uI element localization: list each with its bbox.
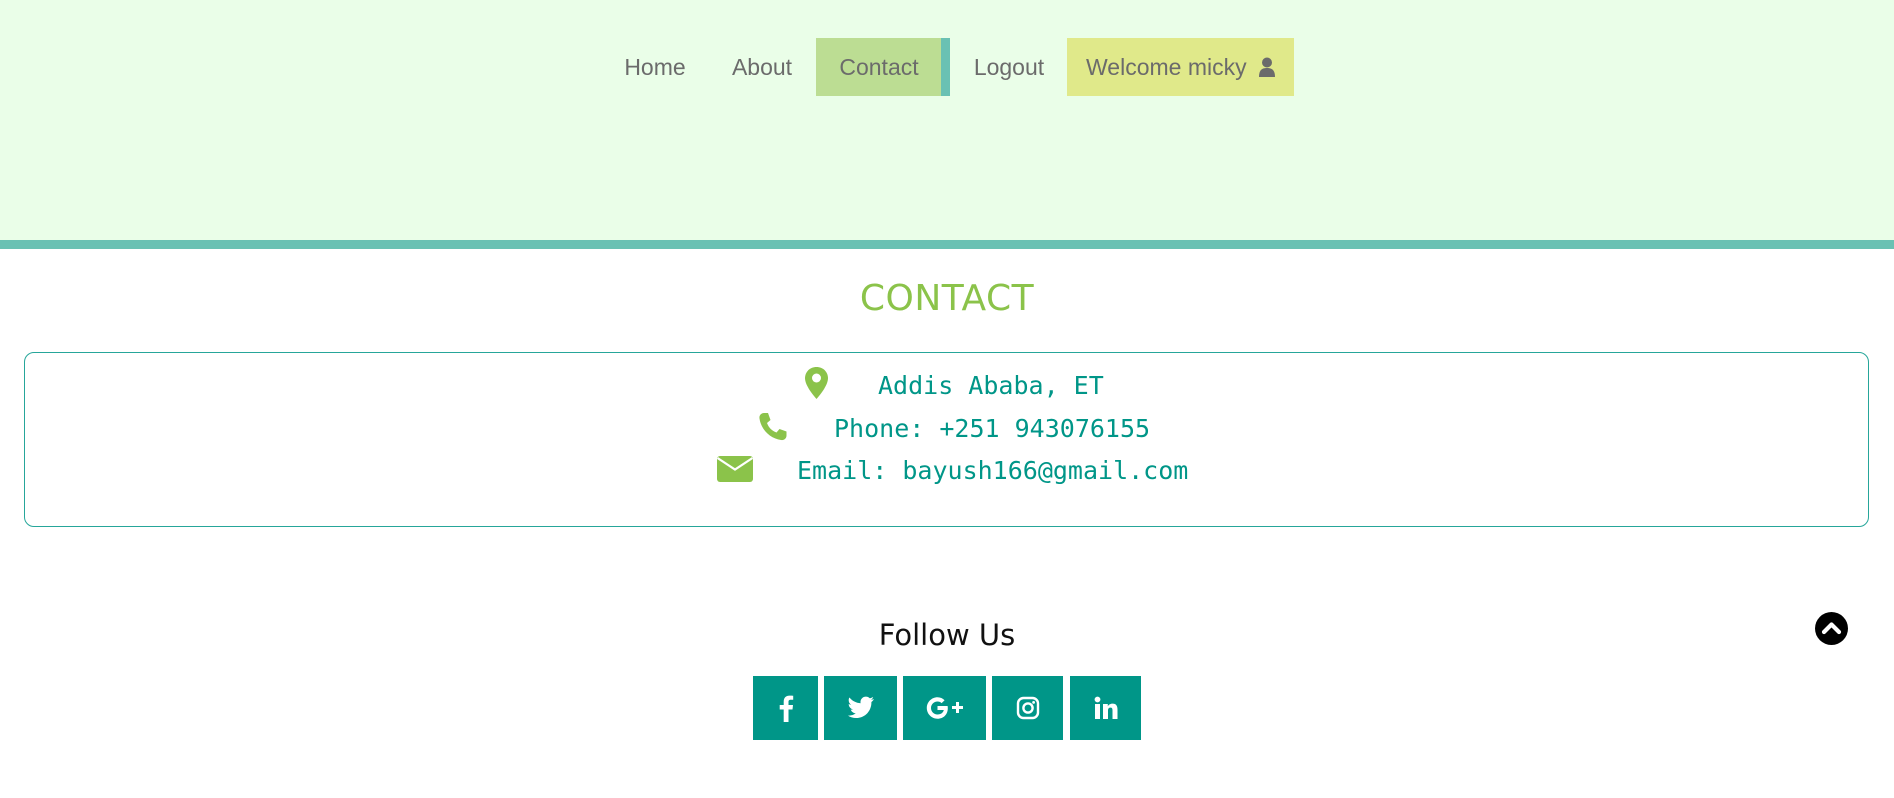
welcome-label: Welcome micky [1086, 54, 1247, 80]
twitter-icon [847, 696, 874, 718]
linkedin-icon [1094, 696, 1117, 719]
envelope-icon [716, 454, 754, 496]
google-plus-button[interactable] [903, 676, 986, 740]
active-indicator [941, 38, 950, 96]
linkedin-button[interactable] [1070, 676, 1141, 740]
phone-text: Phone: +251 943076155 [834, 414, 1151, 443]
header: Home About Contact Logout Welcome micky [0, 0, 1894, 240]
instagram-button[interactable] [992, 676, 1063, 740]
nav-logout[interactable]: Logout [960, 38, 1058, 96]
follow-us-title: Follow Us [878, 618, 1016, 652]
email-line: Email: bayush166@gmail.com [0, 451, 1894, 491]
address-text: Addis Ababa, ET [878, 371, 1104, 400]
header-divider [0, 240, 1894, 249]
facebook-button[interactable] [753, 676, 818, 740]
google-plus-icon [926, 697, 963, 719]
nav-about[interactable]: About [708, 38, 816, 96]
phone-icon [757, 411, 788, 454]
twitter-button[interactable] [824, 676, 897, 740]
phone-line: Phone: +251 943076155 [0, 409, 1894, 449]
nav-contact[interactable]: Contact [816, 38, 942, 96]
chevron-up-circle-icon [1821, 622, 1842, 635]
contact-title: CONTACT [859, 278, 1035, 319]
nav-home[interactable]: Home [612, 38, 698, 96]
scroll-to-top-button[interactable] [1815, 612, 1848, 645]
user-icon [1259, 40, 1275, 98]
nav-welcome-user[interactable]: Welcome micky [1067, 38, 1294, 96]
facebook-icon [779, 695, 793, 722]
map-marker-icon [804, 366, 829, 412]
email-text[interactable]: Email: bayush166@gmail.com [797, 451, 1188, 491]
address-line: Addis Ababa, ET [0, 366, 1894, 406]
instagram-icon [1016, 696, 1039, 720]
